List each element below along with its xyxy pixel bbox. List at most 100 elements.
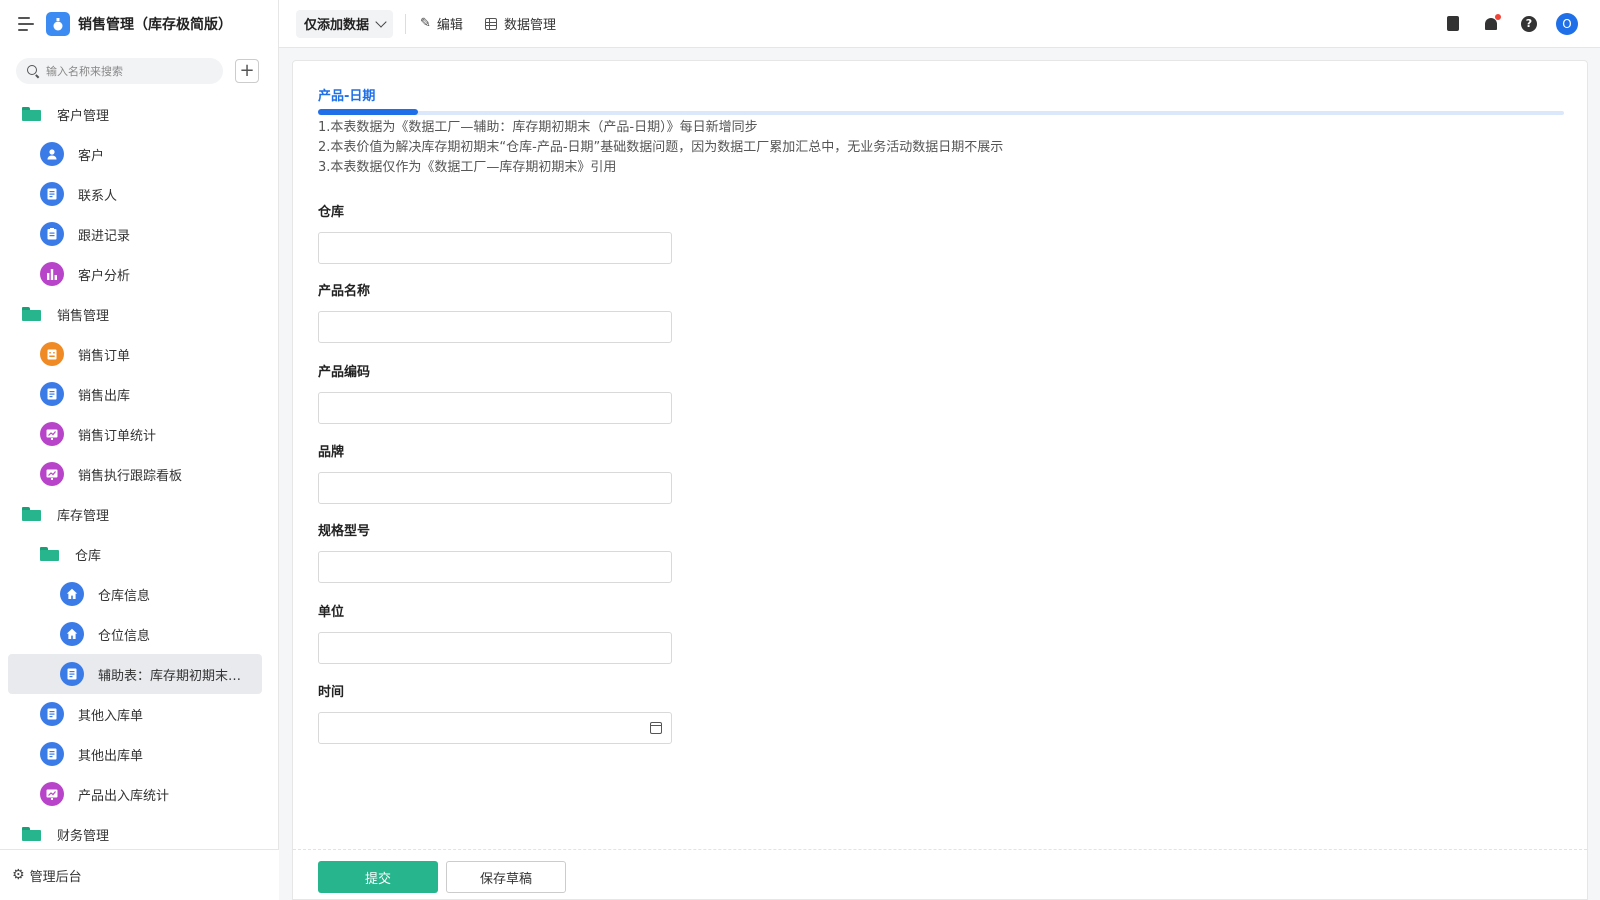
field-label: 品牌 (318, 445, 345, 460)
field-spec-model: 规格型号 (318, 520, 672, 583)
data-management-label: 数据管理 (503, 18, 556, 33)
help-button[interactable]: ? (1514, 9, 1544, 39)
toolbar-divider (405, 13, 407, 34)
field-label: 仓库 (318, 205, 345, 220)
menu-toggle-icon[interactable] (18, 17, 34, 31)
toolbar-right: ? O (1430, 9, 1582, 39)
field-label: 产品名称 (318, 284, 371, 299)
edit-label: 编辑 (436, 18, 463, 33)
edit-button[interactable]: ✎ 编辑 (420, 14, 463, 33)
date-picker-input[interactable] (318, 712, 672, 744)
sidebar-item-label: 销售执行跟踪看板 (78, 468, 183, 484)
description-line: 2.本表价值为解决库存期初期末“仓库-产品-日期”基础数据问题，因为数据工厂累加… (318, 140, 1004, 155)
field-product-name: 产品名称 (318, 280, 672, 343)
dashboard-icon (40, 462, 64, 486)
sidebar-item-contacts[interactable]: 联系人 (0, 174, 278, 214)
sidebar-item-finance-management[interactable]: 财务管理 (0, 814, 278, 854)
tab-progress-track (318, 109, 1564, 115)
document-icon (60, 662, 84, 686)
field-label: 时间 (318, 685, 345, 700)
folder-icon (22, 507, 41, 521)
user-avatar-button[interactable]: O (1552, 9, 1582, 39)
submit-button[interactable]: 提交 (318, 861, 438, 893)
folder-icon (22, 827, 41, 841)
sidebar-item-sales-outbound[interactable]: 销售出库 (0, 374, 278, 414)
brand-input[interactable] (318, 472, 672, 504)
field-time: 时间 (318, 681, 672, 744)
field-warehouse: 仓库 (318, 201, 672, 264)
warehouse-input[interactable] (318, 232, 672, 264)
data-management-button[interactable]: 数据管理 (484, 14, 556, 33)
document-icon (40, 182, 64, 206)
description-line: 1.本表数据为《数据工厂—辅助：库存期初期末（产品-日期）》每日新增同步 (318, 120, 758, 135)
sidebar-item-customer[interactable]: 客户 (0, 134, 278, 174)
field-label: 产品编码 (318, 365, 371, 380)
admin-console-link[interactable]: ⚙ 管理后台 (0, 849, 279, 900)
save-draft-button[interactable]: 保存草稿 (446, 861, 566, 893)
product-name-input[interactable] (318, 311, 672, 343)
add-button[interactable]: + (235, 59, 259, 83)
search-input[interactable] (46, 64, 206, 78)
sidebar-search-row: + (0, 48, 278, 94)
form-description: 1.本表数据为《数据工厂—辅助：库存期初期末（产品-日期）》每日新增同步 2.本… (318, 118, 1003, 178)
sidebar-item-customer-analysis[interactable]: 客户分析 (0, 254, 278, 294)
chevron-down-icon (375, 15, 387, 28)
dashboard-icon (40, 782, 64, 806)
dashboard-icon (40, 422, 64, 446)
sidebar-item-product-io-stats[interactable]: 产品出入库统计 (0, 774, 278, 814)
sidebar-item-warehouse-info[interactable]: 仓库信息 (0, 574, 278, 614)
sidebar-item-label: 客户 (78, 148, 105, 164)
sidebar-item-location-info[interactable]: 仓位信息 (0, 614, 278, 654)
sidebar-item-sales-order[interactable]: 销售订单 (0, 334, 278, 374)
document-icon (40, 742, 64, 766)
sidebar-item-other-inbound[interactable]: 其他入库单 (0, 694, 278, 734)
sidebar-item-customer-management[interactable]: 客户管理 (0, 94, 278, 134)
calendar-icon[interactable] (650, 722, 662, 734)
app-header: 销售管理（库存极简版） (0, 0, 278, 48)
search-box[interactable] (16, 58, 223, 84)
field-brand: 品牌 (318, 441, 672, 504)
book-icon (1447, 16, 1459, 31)
sidebar-item-label: 销售订单 (78, 348, 131, 364)
sidebar-item-sales-management[interactable]: 销售管理 (0, 294, 278, 334)
avatar: O (1556, 12, 1578, 35)
view-mode-dropdown[interactable]: 仅添加数据 (296, 9, 394, 38)
sidebar: 销售管理（库存极简版） + 客户管理 客户 联系人 (0, 0, 279, 900)
order-icon (40, 342, 64, 366)
sidebar-item-label: 联系人 (78, 188, 118, 204)
tab-active-indicator (318, 109, 418, 115)
product-code-input[interactable] (318, 392, 672, 424)
sidebar-item-sales-tracking-board[interactable]: 销售执行跟踪看板 (0, 454, 278, 494)
document-icon (40, 702, 64, 726)
notifications-button[interactable] (1476, 9, 1506, 39)
sidebar-item-label: 仓库 (75, 548, 102, 564)
sidebar-item-label: 仓位信息 (98, 628, 151, 644)
field-label: 单位 (318, 605, 345, 620)
sidebar-item-label: 仓库信息 (98, 588, 151, 604)
spec-model-input[interactable] (318, 551, 672, 583)
form-footer: 提交 保存草稿 (293, 849, 1587, 899)
sidebar-item-label: 辅助表：库存期初期末… (98, 668, 242, 684)
home-icon (60, 622, 84, 646)
field-unit: 单位 (318, 601, 672, 664)
sidebar-item-aux-inventory-table[interactable]: 辅助表：库存期初期末… (0, 654, 278, 694)
sidebar-item-label: 销售订单统计 (78, 428, 157, 444)
sidebar-item-label: 产品出入库统计 (78, 788, 170, 804)
sidebar-item-label: 其他入库单 (78, 708, 144, 724)
sidebar-item-inventory-management[interactable]: 库存管理 (0, 494, 278, 534)
sidebar-item-label: 跟进记录 (78, 228, 131, 244)
sidebar-item-other-outbound[interactable]: 其他出库单 (0, 734, 278, 774)
sidebar-item-label: 销售管理 (57, 308, 110, 324)
docs-button[interactable] (1438, 9, 1468, 39)
sidebar-item-label: 其他出库单 (78, 748, 144, 764)
pencil-icon: ✎ (420, 16, 431, 31)
tab-product-date[interactable]: 产品-日期 (318, 85, 375, 104)
unit-input[interactable] (318, 632, 672, 664)
app-title: 销售管理（库存极简版） (78, 17, 232, 33)
form-card: 产品-日期 1.本表数据为《数据工厂—辅助：库存期初期末（产品-日期）》每日新增… (292, 60, 1588, 900)
sidebar-item-follow-up[interactable]: 跟进记录 (0, 214, 278, 254)
sidebar-item-warehouse-folder[interactable]: 仓库 (0, 534, 278, 574)
sidebar-item-label: 库存管理 (57, 508, 110, 524)
sidebar-item-sales-order-stats[interactable]: 销售订单统计 (0, 414, 278, 454)
folder-icon (22, 307, 41, 321)
